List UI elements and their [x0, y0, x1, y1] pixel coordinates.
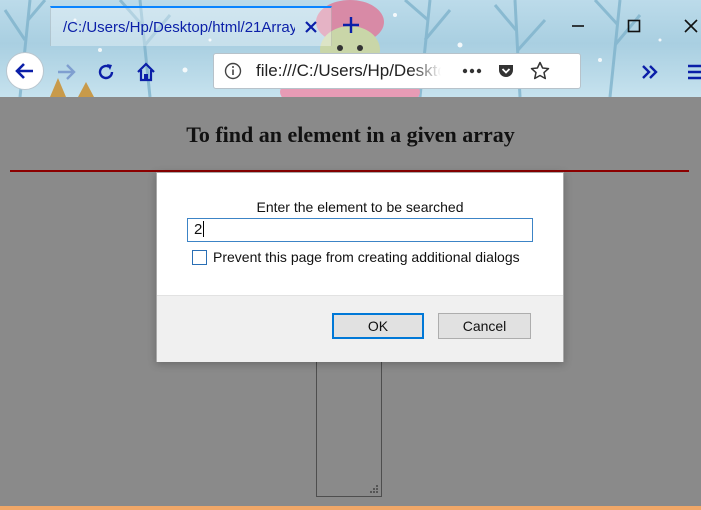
window-close-button[interactable] [679, 14, 701, 38]
tab-active[interactable]: /C:/Users/Hp/Desktop/html/21Array [50, 6, 332, 46]
reload-button[interactable] [88, 54, 124, 90]
overflow-button[interactable] [632, 54, 668, 90]
prompt-input[interactable]: 2 [187, 218, 533, 242]
forward-button[interactable] [48, 54, 84, 90]
new-tab-button[interactable] [338, 12, 364, 38]
browser-toolbar: /C:/Users/Hp/Desktop/html/21Array file:/… [0, 0, 701, 97]
prompt-input-value: 2 [194, 221, 203, 238]
cancel-button[interactable]: Cancel [438, 313, 531, 339]
prevent-dialogs-checkbox[interactable] [192, 249, 207, 265]
url-text[interactable]: file:///C:/Users/Hp/Desktop/html/21Array [256, 61, 441, 81]
arrow-left-icon [15, 63, 33, 79]
home-button[interactable] [128, 54, 164, 90]
ok-button[interactable]: OK [332, 313, 424, 339]
prevent-dialogs-row[interactable]: Prevent this page from creating addition… [192, 249, 520, 265]
menu-button[interactable] [678, 54, 701, 90]
pocket-icon[interactable] [491, 56, 521, 86]
info-icon[interactable] [218, 56, 248, 86]
maximize-button[interactable] [622, 14, 646, 38]
home-icon [137, 62, 155, 82]
minimize-icon [572, 25, 584, 27]
dialog-message: Enter the element to be searched [256, 199, 464, 215]
arrow-right-icon [58, 64, 76, 80]
reload-icon [98, 64, 114, 80]
tab-title: /C:/Users/Hp/Desktop/html/21Array [63, 18, 295, 36]
minimize-button[interactable] [566, 14, 590, 38]
back-button[interactable] [6, 52, 44, 90]
chevrons-right-icon [642, 65, 658, 79]
prevent-dialogs-label[interactable]: Prevent this page from creating addition… [213, 249, 520, 265]
dialog-footer: OK Cancel [157, 295, 563, 362]
close-icon [684, 19, 698, 33]
prompt-dialog: Enter the element to be searched 2 Preve… [156, 172, 564, 362]
page-title: To find an element in a given array [186, 122, 515, 147]
address-bar[interactable]: file:///C:/Users/Hp/Desktop/html/21Array [213, 53, 581, 89]
window-border [0, 506, 701, 510]
close-icon[interactable] [299, 15, 323, 39]
output-textarea[interactable] [316, 359, 382, 497]
resize-grip-icon[interactable] [369, 484, 379, 494]
star-icon[interactable] [525, 56, 555, 86]
plus-icon [343, 17, 359, 33]
browser-window: /C:/Users/Hp/Desktop/html/21Array file:/… [0, 0, 701, 510]
maximize-icon [627, 19, 641, 33]
more-dots-icon[interactable] [457, 56, 487, 86]
hamburger-menu-icon [688, 64, 701, 80]
text-caret [203, 221, 205, 237]
